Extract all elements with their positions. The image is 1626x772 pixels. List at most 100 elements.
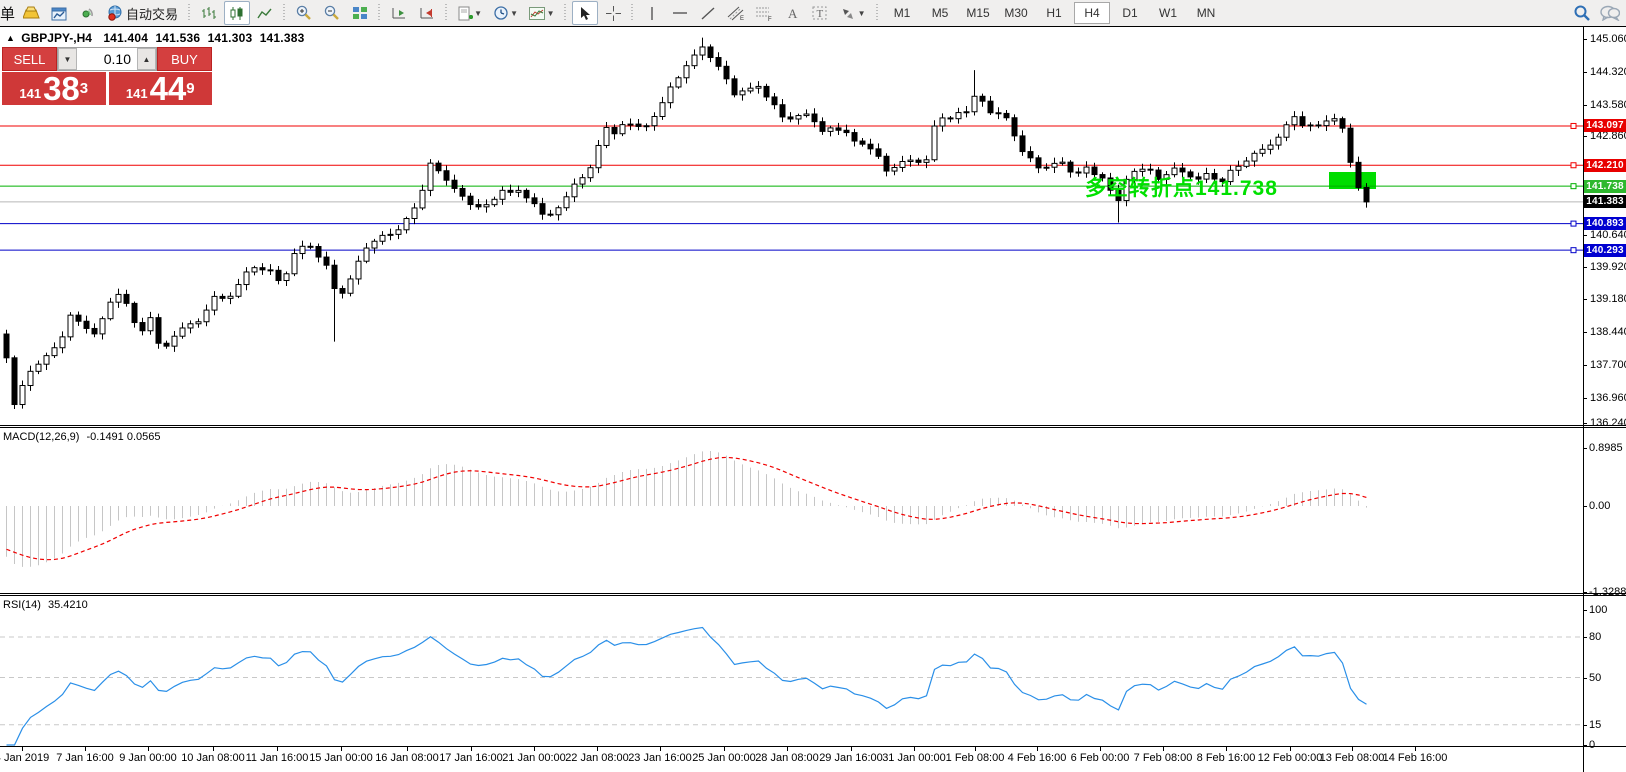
open-chart-button[interactable] bbox=[46, 1, 72, 25]
time-axis-label: 9 Jan 00:00 bbox=[119, 752, 177, 764]
timeframe-button-H4[interactable]: H4 bbox=[1074, 2, 1110, 24]
auto-scroll-button[interactable] bbox=[386, 1, 412, 25]
tile-windows-button[interactable] bbox=[347, 1, 373, 25]
axis-tick bbox=[1583, 365, 1587, 366]
axis-tick bbox=[1583, 267, 1587, 268]
toolbar-drag-handle[interactable] bbox=[282, 4, 287, 22]
zoom-in-button[interactable] bbox=[291, 1, 317, 25]
macd-values: -0.1491 0.0565 bbox=[86, 431, 160, 443]
time-axis-label: 7 Jan 16:00 bbox=[56, 752, 114, 764]
toolbar-drag-handle[interactable] bbox=[875, 4, 880, 22]
text-tool-button[interactable]: A bbox=[779, 1, 805, 25]
dropdown-arrow-icon[interactable]: ▼ bbox=[510, 9, 519, 18]
price-tick-label: 139.180 bbox=[1590, 293, 1626, 305]
ohlc-close: 141.383 bbox=[260, 31, 305, 45]
tile-windows-icon bbox=[352, 6, 368, 20]
toolbar-drag-handle[interactable] bbox=[444, 4, 449, 22]
arrows-tool-button[interactable]: ▼ bbox=[835, 1, 871, 25]
chat-icon[interactable] bbox=[1600, 5, 1620, 21]
buy-button[interactable]: BUY bbox=[157, 47, 212, 71]
volume-down-button[interactable]: ▼ bbox=[58, 48, 77, 70]
candlestick-mode-button[interactable] bbox=[224, 1, 250, 25]
indicators-button[interactable]: ▼ bbox=[453, 1, 487, 25]
price-tick-label: 140.640 bbox=[1590, 229, 1626, 241]
pivot-annotation-text: 多空转折点141.738 bbox=[1085, 172, 1278, 202]
dropdown-arrow-icon[interactable]: ▼ bbox=[857, 9, 866, 18]
templates-button[interactable]: ▼ bbox=[525, 1, 559, 25]
vertical-line-tool-button[interactable] bbox=[639, 1, 665, 25]
price-tick-label: 136.240 bbox=[1590, 417, 1626, 429]
timeframe-button-D1[interactable]: D1 bbox=[1112, 2, 1148, 24]
trendline-tool-button[interactable] bbox=[695, 1, 721, 25]
volume-spinner: ▼ 0.10 ▲ bbox=[57, 47, 157, 71]
timeframe-button-M1[interactable]: M1 bbox=[884, 2, 920, 24]
bar-chart-mode-button[interactable] bbox=[196, 1, 222, 25]
rsi-tick-label: 100 bbox=[1589, 604, 1607, 616]
time-axis-border bbox=[0, 746, 1626, 747]
price-tick-label: 136.960 bbox=[1590, 392, 1626, 404]
axis-tick bbox=[1583, 592, 1587, 593]
time-axis-label: 21 Jan 00:00 bbox=[502, 752, 566, 764]
chart-shift-button[interactable] bbox=[414, 1, 440, 25]
timeframe-button-M5[interactable]: M5 bbox=[922, 2, 958, 24]
autotrading-button[interactable]: 自动交易 bbox=[102, 1, 183, 25]
price-tick-label: 145.060 bbox=[1590, 33, 1626, 45]
dropdown-arrow-icon[interactable]: ▼ bbox=[546, 9, 555, 18]
timeframe-button-M15[interactable]: M15 bbox=[960, 2, 996, 24]
buy-price-point: 9 bbox=[186, 72, 194, 105]
signals-button[interactable] bbox=[74, 1, 100, 25]
axis-tick bbox=[1583, 506, 1587, 507]
axis-tick bbox=[1583, 235, 1587, 236]
clock-icon bbox=[494, 6, 509, 21]
cursor-arrow-icon bbox=[579, 6, 591, 21]
text-label-icon: T bbox=[812, 5, 828, 21]
sell-button[interactable]: SELL bbox=[2, 47, 57, 71]
timeframe-button-M30[interactable]: M30 bbox=[998, 2, 1034, 24]
pane-separator[interactable] bbox=[0, 425, 1626, 428]
axis-tick bbox=[1583, 398, 1587, 399]
search-icon[interactable] bbox=[1574, 5, 1590, 21]
fibonacci-tool-button[interactable]: F bbox=[751, 1, 777, 25]
periods-button[interactable]: ▼ bbox=[489, 1, 523, 25]
collapse-triangle-icon[interactable]: ▲ bbox=[6, 33, 15, 43]
toolbar-drag-handle[interactable] bbox=[563, 4, 568, 22]
signal-icon bbox=[79, 5, 95, 21]
line-chart-icon bbox=[257, 7, 273, 20]
volume-input[interactable]: 0.10 bbox=[77, 48, 137, 70]
volume-up-button[interactable]: ▲ bbox=[137, 48, 156, 70]
pane-separator[interactable] bbox=[0, 593, 1626, 596]
ohlc-high: 141.536 bbox=[155, 31, 200, 45]
zoom-out-button[interactable] bbox=[319, 1, 345, 25]
timeframe-button-H1[interactable]: H1 bbox=[1036, 2, 1072, 24]
price-scale-divider bbox=[1583, 26, 1584, 772]
channel-tool-button[interactable]: E bbox=[723, 1, 749, 25]
new-order-button[interactable] bbox=[18, 1, 44, 25]
timeframe-button-MN[interactable]: MN bbox=[1188, 2, 1224, 24]
rsi-name: RSI(14) bbox=[3, 599, 41, 611]
chart-window[interactable] bbox=[0, 26, 1626, 772]
price-level-tag: 141.738 bbox=[1584, 180, 1626, 193]
vertical-line-icon bbox=[647, 6, 657, 21]
toolbar-drag-handle[interactable] bbox=[187, 4, 192, 22]
line-chart-mode-button[interactable] bbox=[252, 1, 278, 25]
timeframe-button-W1[interactable]: W1 bbox=[1150, 2, 1186, 24]
sell-price[interactable]: 141 38 3 bbox=[2, 72, 106, 105]
time-axis-tick bbox=[85, 747, 86, 751]
macd-tick-label: -1.3288 bbox=[1589, 586, 1626, 598]
cursor-tool-button[interactable] bbox=[572, 1, 598, 25]
dropdown-arrow-icon[interactable]: ▼ bbox=[474, 9, 483, 18]
price-tick-label: 143.580 bbox=[1590, 99, 1626, 111]
toolbar-drag-handle[interactable] bbox=[377, 4, 382, 22]
buy-price[interactable]: 141 44 9 bbox=[109, 72, 213, 105]
horizontal-line-tool-button[interactable] bbox=[667, 1, 693, 25]
toolbar-drag-handle[interactable] bbox=[630, 4, 635, 22]
time-axis-label: 31 Jan 00:00 bbox=[882, 752, 946, 764]
crosshair-tool-button[interactable] bbox=[600, 1, 626, 25]
label-tool-button[interactable]: T bbox=[807, 1, 833, 25]
ohlc-low: 141.303 bbox=[208, 31, 253, 45]
toolbar-group-objects: E F A T ▼ bbox=[638, 0, 872, 26]
chart-window-icon bbox=[51, 6, 68, 21]
time-axis-tick bbox=[471, 747, 472, 751]
time-axis-tick bbox=[277, 747, 278, 751]
price-tick-label: 139.920 bbox=[1590, 261, 1626, 273]
